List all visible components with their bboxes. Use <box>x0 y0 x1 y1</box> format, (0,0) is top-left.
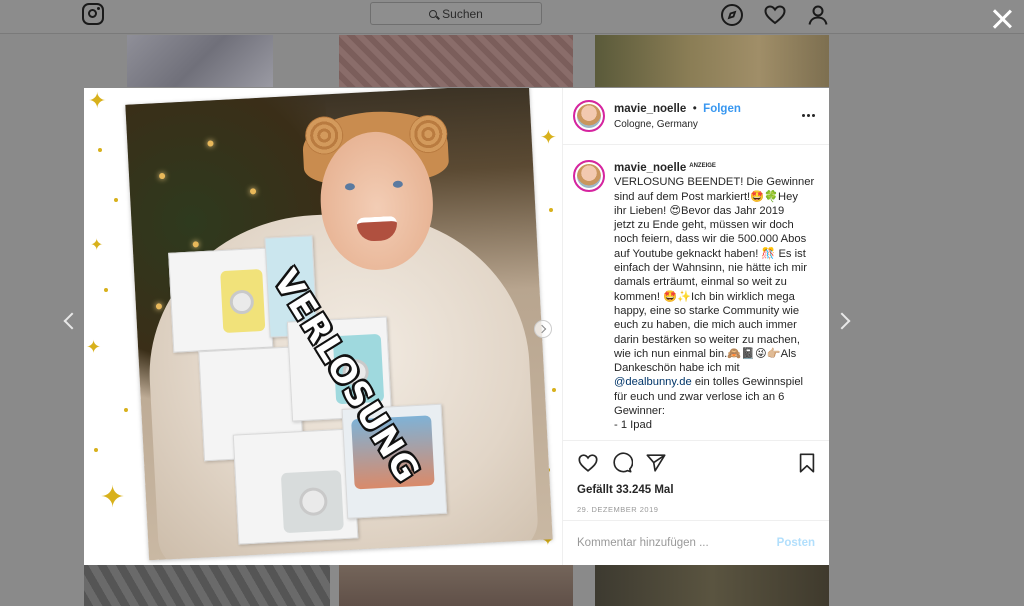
confetti-dot <box>94 448 98 452</box>
post-date: 29. DEZEMBER 2019 <box>577 505 659 514</box>
carousel-next-icon[interactable] <box>534 320 552 338</box>
user-icon[interactable] <box>806 3 830 27</box>
confetti-dot <box>114 198 118 202</box>
caption-line: VERLOSUNG BEENDET! Die Gewinner <box>614 176 815 189</box>
caption-line: happy, eine so starke Community wie <box>614 304 800 317</box>
post-side-panel: mavie_noelle • Folgen Cologne, Germany m… <box>562 88 829 565</box>
post-photo[interactable]: ✦ ✦ ✦ ✦ ✦ ✦ VERLOSUNG <box>84 88 562 565</box>
photo-print <box>125 88 553 561</box>
compass-icon[interactable] <box>720 3 744 27</box>
instax-box-yellow <box>168 247 274 353</box>
comment-bar: Kommentar hinzufügen ... Posten <box>563 520 829 565</box>
search-placeholder: Suchen <box>442 6 483 21</box>
instax-box-grey <box>232 428 359 545</box>
caption-line: für euch und zwar verlose ich an 6 <box>614 390 785 403</box>
avatar[interactable] <box>573 100 605 132</box>
post-comment-button[interactable]: Posten <box>777 537 815 549</box>
caption-line: ein tolles Gewinnspiel <box>691 376 804 389</box>
gold-star-decoration: ✦ <box>88 88 107 113</box>
caption-area: mavie_noelle ANZEIGE VERLOSUNG BEENDET! D… <box>563 145 829 440</box>
caption-line: Dankeschön habe ich mit <box>614 362 740 375</box>
caption-line: ihr Lieben! 😍Bevor das Jahr 2019 <box>614 204 785 217</box>
caption-username-link[interactable]: mavie_noelle <box>614 162 686 174</box>
gold-star-decoration: ✦ <box>90 237 104 254</box>
follow-button[interactable]: Folgen <box>703 103 741 115</box>
bookmark-icon[interactable] <box>797 452 817 474</box>
location-link[interactable]: Cologne, Germany <box>614 117 741 132</box>
gold-star-decoration: ✦ <box>86 337 102 357</box>
feed-thumbnail[interactable] <box>595 35 829 87</box>
feed-thumbnail[interactable] <box>595 565 829 606</box>
confetti-dot <box>98 148 102 152</box>
gold-star-decoration: ✦ <box>540 127 557 149</box>
caption-line: wie ich nun einmal bin.🙈📓😜👉🏼Als <box>614 347 797 360</box>
caption-line: - 1 Ipad <box>614 419 652 432</box>
confetti-dot <box>552 388 556 392</box>
caption-line: darin bestärken so weiter zu machen, <box>614 333 800 346</box>
caption-line: sind auf dem Post markiert!🤩🍀Hey <box>614 190 798 203</box>
mention-link[interactable]: @dealbunny.de <box>614 376 692 388</box>
caption-line: noch feiern, dass wir die 500.000 Abos <box>614 233 807 246</box>
caption-line: Gewinner: <box>614 405 665 418</box>
comment-bubble-icon[interactable] <box>611 452 633 474</box>
search-input[interactable]: Suchen <box>370 2 542 25</box>
ellipsis-icon[interactable] <box>802 114 815 117</box>
post-modal: ✦ ✦ ✦ ✦ ✦ ✦ VERLOSUNG mavie_noelle • Fol… <box>84 88 829 565</box>
instagram-logo-icon[interactable] <box>82 3 104 25</box>
ad-badge: ANZEIGE <box>689 163 716 169</box>
feed-thumbnail[interactable] <box>84 565 330 606</box>
avatar[interactable] <box>573 160 605 192</box>
likes-count[interactable]: Gefällt 33.245 Mal <box>577 484 817 496</box>
caption-line: euch zu haben, die mich auch immer <box>614 319 797 332</box>
caption-line: damals erträumt, einmal so weit zu <box>614 276 787 289</box>
username-link[interactable]: mavie_noelle <box>614 103 686 115</box>
caption-line: auf Youtube geknackt haben! 🎊 Es ist <box>614 247 806 260</box>
feed-thumbnail[interactable] <box>339 565 573 606</box>
confetti-dot <box>104 288 108 292</box>
feed-thumbnail[interactable] <box>127 35 273 87</box>
post-actions: Gefällt 33.245 Mal 29. DEZEMBER 2019 <box>563 440 829 520</box>
caption-line: jetzt zu Ende geht, müssen wir doch <box>614 219 794 232</box>
close-icon[interactable] <box>992 9 1012 29</box>
search-icon <box>429 9 438 18</box>
comment-input[interactable]: Kommentar hinzufügen ... <box>577 537 709 549</box>
separator-dot: • <box>692 103 697 115</box>
caption-line: kommen! 🤩✨Ich bin wirklich mega <box>614 290 795 303</box>
heart-icon[interactable] <box>763 3 787 27</box>
post-header: mavie_noelle • Folgen Cologne, Germany <box>563 88 829 145</box>
feed-thumbnail[interactable] <box>339 35 573 87</box>
share-paper-plane-icon[interactable] <box>645 452 667 474</box>
top-navigation-bar: Suchen <box>0 0 1024 34</box>
caption-line: einfach der Wahnsinn, nie hätte ich mir <box>614 262 807 275</box>
confetti-dot <box>549 208 553 212</box>
confetti-dot <box>124 408 128 412</box>
like-heart-icon[interactable] <box>577 452 599 474</box>
caption-text: mavie_noelle ANZEIGE VERLOSUNG BEENDET! D… <box>614 159 814 440</box>
gold-star-decoration: ✦ <box>100 481 126 514</box>
